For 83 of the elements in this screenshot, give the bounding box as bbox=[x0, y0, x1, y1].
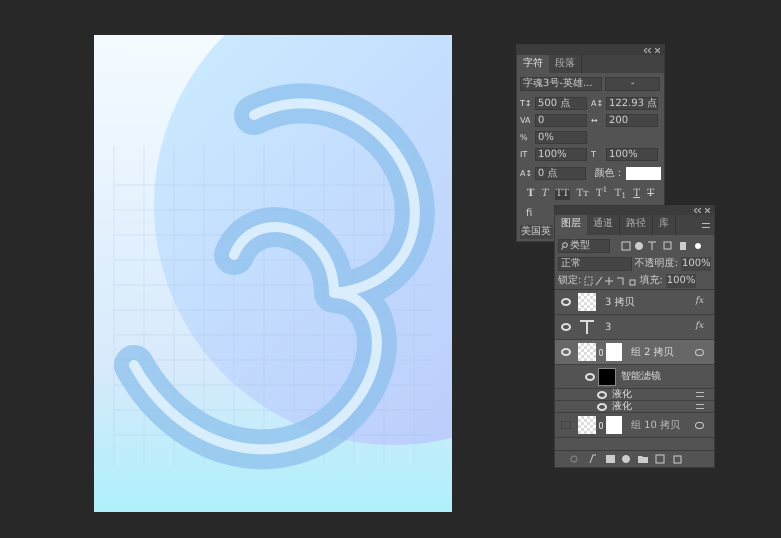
metric-icon: IT bbox=[520, 148, 533, 160]
layer-row[interactable]: 3 拷贝 fx bbox=[555, 290, 714, 315]
lock-label: 锁定: bbox=[558, 274, 582, 288]
collapse-icon[interactable] bbox=[694, 208, 701, 213]
link-icon bbox=[599, 422, 603, 428]
baseline-shift-field[interactable]: 0 点 bbox=[534, 167, 586, 180]
color-label: 颜色： bbox=[594, 166, 624, 181]
layer-row[interactable]: 组 2 拷贝 bbox=[555, 340, 714, 365]
metric-field[interactable]: 500 点 bbox=[535, 97, 587, 110]
opacity-field[interactable]: 100% bbox=[681, 256, 711, 270]
font-style-dropdown[interactable]: - bbox=[605, 77, 660, 91]
layer-name: 智能滤镜 bbox=[621, 370, 662, 384]
panel-tab[interactable]: 通道 bbox=[587, 215, 620, 235]
panel-menu-icon[interactable] bbox=[702, 222, 710, 228]
layer-name: 液化 bbox=[612, 400, 633, 414]
font-family-dropdown[interactable]: 字魂3号-英雄... bbox=[520, 77, 602, 91]
layer-name: 液化 bbox=[612, 388, 633, 400]
layer-name: 组 10 拷贝 bbox=[631, 418, 682, 432]
panel-tab[interactable]: 段落 bbox=[549, 55, 582, 73]
layer-row[interactable]: 液化 bbox=[555, 389, 714, 401]
metric-icon: T bbox=[591, 148, 604, 160]
close-icon[interactable] bbox=[655, 48, 660, 52]
eye-icon[interactable] bbox=[597, 402, 607, 410]
text-style-button[interactable]: T$^{1}$ bbox=[594, 188, 608, 200]
fill-label: 填充: bbox=[639, 274, 663, 288]
metric-icon: T↕ bbox=[520, 98, 533, 110]
layer-row[interactable]: 组 10 拷贝 bbox=[555, 413, 714, 438]
filter-kind-label: 类型 bbox=[570, 240, 590, 252]
smart-object-icon bbox=[695, 422, 704, 428]
eye-icon[interactable] bbox=[561, 348, 571, 356]
color-swatch[interactable] bbox=[626, 167, 661, 180]
metric-field[interactable]: 0 bbox=[535, 114, 587, 127]
panel-tab[interactable]: 库 bbox=[653, 215, 676, 235]
eye-icon[interactable] bbox=[561, 298, 571, 306]
panel-tab[interactable]: 图层 bbox=[555, 215, 587, 235]
text-layer-icon bbox=[580, 320, 594, 334]
baseline-shift-icon: A↕ bbox=[520, 168, 533, 180]
text-style-button[interactable]: T$_{1}$ bbox=[614, 188, 628, 200]
blend-mode-dropdown[interactable]: 正常 bbox=[558, 256, 632, 270]
metric-field[interactable]: 100% bbox=[535, 148, 587, 161]
collapse-icon[interactable] bbox=[644, 48, 651, 52]
metric-icon: VA bbox=[520, 114, 533, 126]
smart-object-icon bbox=[695, 348, 704, 356]
metric-icon: A↕ bbox=[591, 98, 604, 110]
fill-field[interactable]: 100% bbox=[666, 274, 696, 288]
metric-field[interactable]: 200 bbox=[606, 114, 658, 127]
text-style-button[interactable]: T bbox=[526, 188, 536, 200]
eye-icon[interactable] bbox=[585, 372, 595, 380]
panel-tab[interactable]: 字符 bbox=[517, 55, 549, 73]
text-style-button[interactable]: T bbox=[646, 188, 655, 200]
layer-name: 3 bbox=[605, 320, 612, 334]
layer-row[interactable]: 液化 bbox=[555, 401, 714, 413]
mask-thumbnail bbox=[606, 416, 622, 434]
mask-thumbnail bbox=[606, 343, 622, 361]
close-icon[interactable] bbox=[705, 208, 710, 213]
metric-field[interactable]: 100% bbox=[606, 148, 658, 161]
language-dropdown[interactable]: 美国英 bbox=[520, 225, 553, 239]
layer-thumbnail bbox=[578, 293, 596, 311]
metric-icon: ↔ bbox=[591, 114, 604, 126]
text-style-button[interactable]: T bbox=[632, 188, 642, 200]
text-style-button[interactable]: TT bbox=[554, 188, 570, 200]
text-style-button[interactable]: T bbox=[540, 188, 550, 200]
layer-name: 3 拷贝 bbox=[605, 296, 636, 310]
filter-mask-thumbnail bbox=[598, 368, 616, 386]
layer-thumbnail bbox=[578, 416, 596, 434]
search-icon bbox=[561, 242, 568, 250]
fx-label: fx bbox=[696, 320, 704, 334]
ligature-button[interactable]: fi bbox=[526, 206, 532, 221]
panel-tab[interactable]: 路径 bbox=[620, 215, 653, 235]
metric-icon: % bbox=[520, 132, 533, 144]
layer-thumbnail bbox=[578, 343, 596, 361]
opacity-label: 不透明度: bbox=[634, 256, 678, 271]
metric-field[interactable]: 0% bbox=[535, 131, 587, 144]
text-style-button[interactable]: Tт bbox=[575, 188, 590, 200]
layer-row[interactable]: 智能滤镜 bbox=[555, 365, 714, 389]
eye-icon[interactable] bbox=[561, 323, 571, 331]
layer-name: 组 2 拷贝 bbox=[631, 346, 675, 360]
eye-icon[interactable] bbox=[597, 390, 607, 398]
link-icon bbox=[599, 348, 603, 356]
fx-label: fx bbox=[696, 295, 704, 308]
metric-field[interactable]: 122.93 点 bbox=[606, 97, 658, 110]
lock-options-icons[interactable] bbox=[584, 276, 636, 286]
filter-kind-dropdown[interactable]: 类型 bbox=[558, 239, 610, 253]
